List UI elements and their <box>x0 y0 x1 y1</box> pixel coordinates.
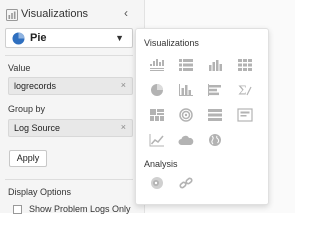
show-problem-logs-checkbox[interactable] <box>13 205 22 214</box>
link-analysis-icon[interactable] <box>178 176 194 190</box>
distinct-rows-icon[interactable] <box>207 108 223 122</box>
line-chart-icon[interactable] <box>149 133 165 147</box>
remove-value-icon[interactable]: × <box>121 80 126 90</box>
divider <box>5 55 133 56</box>
panel-title: Visualizations <box>21 8 89 20</box>
pie-chart-icon <box>12 32 25 45</box>
apply-button[interactable]: Apply <box>9 150 47 167</box>
chart-type-select[interactable]: Pie ▼ <box>5 28 133 48</box>
display-options-title: Display Options <box>8 187 72 197</box>
value-chip[interactable]: logrecords × <box>8 77 133 95</box>
chevron-down-icon: ▼ <box>115 33 124 43</box>
panel-header: Visualizations ‹ <box>0 5 144 25</box>
summary-sigma-icon[interactable]: Σ <box>237 83 253 97</box>
cluster-analysis-icon[interactable] <box>149 176 165 190</box>
treemap-icon[interactable] <box>149 108 165 122</box>
bar-histogram-icon[interactable] <box>207 58 223 72</box>
value-chip-text: logrecords <box>14 81 57 91</box>
map-globe-icon[interactable] <box>207 133 223 147</box>
group-by-chip-text: Log Source <box>14 123 61 133</box>
bar-chart-icon[interactable] <box>178 83 194 97</box>
visualization-panel: Visualizations ‹ Pie ▼ Value logrecords … <box>0 0 145 214</box>
svg-text:Σ: Σ <box>238 84 246 98</box>
records-histogram-icon[interactable] <box>149 58 165 72</box>
group-by-label: Group by <box>8 104 46 114</box>
visualization-icon <box>6 8 18 21</box>
records-table-icon[interactable] <box>178 58 194 72</box>
chart-type-label: Pie <box>30 32 47 44</box>
group-by-chip[interactable]: Log Source × <box>8 119 133 137</box>
heatmap-table-icon[interactable] <box>237 58 253 72</box>
collapse-chevron-icon[interactable]: ‹ <box>124 6 128 20</box>
show-problem-logs-label: Show Problem Logs Only <box>29 204 131 214</box>
horizontal-bar-chart-icon[interactable] <box>207 83 223 97</box>
visualization-picker-popup: Visualizations Σ Analysis <box>135 28 269 205</box>
value-label: Value <box>8 63 31 73</box>
divider <box>5 179 133 180</box>
tile-icon[interactable] <box>237 108 253 122</box>
cloud-icon[interactable] <box>178 133 194 147</box>
remove-group-by-icon[interactable]: × <box>121 122 126 132</box>
analysis-section-title: Analysis <box>144 159 178 169</box>
visualizations-section-title: Visualizations <box>144 38 199 48</box>
sunburst-icon[interactable] <box>178 108 194 122</box>
pie-chart-icon[interactable] <box>149 83 165 97</box>
